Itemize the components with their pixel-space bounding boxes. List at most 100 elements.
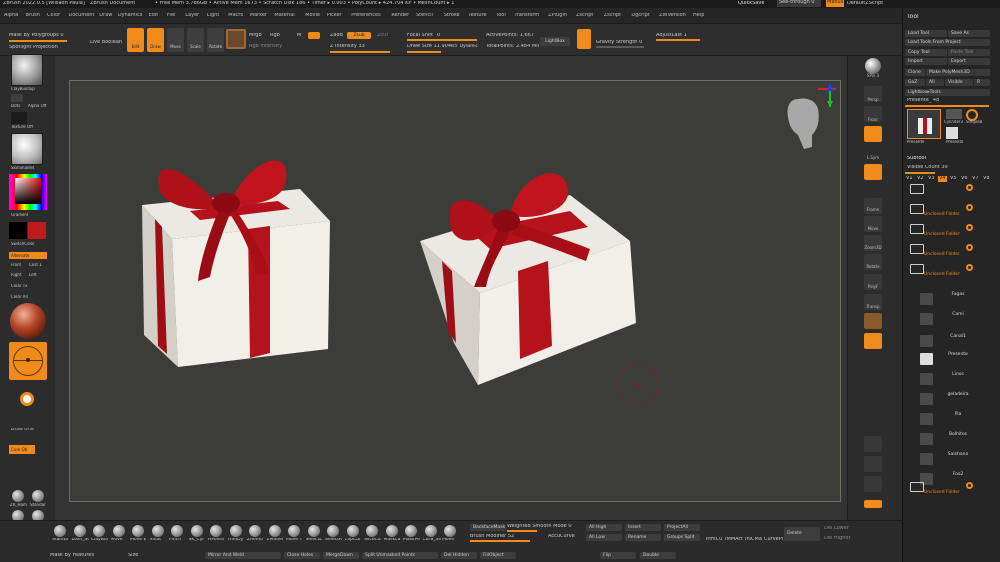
- mask-by-features-toggle[interactable]: Mask By Features: [50, 553, 94, 559]
- clear-all-button[interactable]: Clear All: [11, 295, 28, 299]
- subtool-tab[interactable]: V3: [927, 176, 936, 182]
- m-toggle[interactable]: M: [297, 33, 301, 39]
- stroke-thumbnail[interactable]: [11, 94, 23, 102]
- goz-visible-button[interactable]: Visible: [945, 79, 973, 86]
- lightbox-button[interactable]: LightBox: [540, 37, 570, 46]
- merge-down-button[interactable]: MergeDown: [323, 552, 359, 559]
- rgb-toggle[interactable]: Rgb: [270, 33, 280, 39]
- bottom-brush-icon[interactable]: [327, 525, 339, 537]
- delete-button[interactable]: Delete: [784, 527, 820, 541]
- load-tool-button[interactable]: Load Tool: [905, 30, 947, 37]
- subtool-row-presente[interactable]: Presente: [920, 352, 988, 368]
- folder-row-3[interactable]: Unclosed Folder: [910, 222, 988, 240]
- goz-button[interactable]: GoZ: [905, 79, 925, 86]
- menu-item[interactable]: ZWVersion: [659, 13, 686, 19]
- goz-all-button[interactable]: All: [926, 79, 944, 86]
- dynamic-view-button[interactable]: [864, 456, 882, 472]
- color-saturation-square[interactable]: [15, 178, 41, 204]
- mirror-and-weld-button[interactable]: Mirror And Weld: [205, 552, 281, 559]
- subtool-header[interactable]: Subtool: [907, 156, 926, 162]
- current-tool-slider[interactable]: Presente_ 48: [907, 98, 939, 104]
- immart-brush[interactable]: IMMArt: [725, 537, 743, 543]
- xyz-button[interactable]: [864, 164, 882, 180]
- menu-item[interactable]: Alpha: [4, 13, 18, 19]
- del-higher-button[interactable]: Del Higher: [824, 536, 851, 542]
- zadd-toggle[interactable]: Zadd: [330, 33, 343, 39]
- solo-button[interactable]: [864, 333, 882, 349]
- brush-modifier-slider[interactable]: Brush Modifier 52: [470, 534, 514, 540]
- draw-grid-toggle[interactable]: Draw Grid: [11, 428, 34, 433]
- lightbox-tools-button[interactable]: Lightbox▸Tools: [905, 89, 990, 96]
- folder-row-1[interactable]: [910, 182, 988, 200]
- menu-item[interactable]: Dgcript: [631, 13, 649, 19]
- brush-standard-icon[interactable]: [32, 490, 44, 502]
- switch-color-button[interactable]: SwitchColor: [11, 242, 35, 246]
- paste-tool-button[interactable]: Paste Tool: [948, 49, 990, 56]
- menu-item[interactable]: Light: [207, 13, 219, 19]
- tool-thumb-presente[interactable]: [907, 109, 941, 139]
- menu-item[interactable]: Picker: [327, 13, 342, 19]
- menu-item[interactable]: Macro: [228, 13, 243, 19]
- bottom-brush-icon[interactable]: [151, 525, 164, 537]
- mask-polygroups-slider[interactable]: Mask By Polygroups 0: [9, 33, 64, 39]
- menu-item[interactable]: Document: [69, 13, 95, 19]
- groups-split-button[interactable]: Groups Split: [664, 534, 700, 541]
- menus-toggle[interactable]: Menus: [826, 0, 844, 7]
- visible-count-slider[interactable]: Visible Count 39: [907, 165, 948, 171]
- insert-button[interactable]: Insert: [625, 524, 661, 531]
- gradient-toggle[interactable]: Gradient: [11, 213, 28, 217]
- bottom-brush-icon[interactable]: [268, 525, 281, 537]
- matcap-sphere[interactable]: [10, 303, 46, 339]
- clone-button[interactable]: Clone: [905, 69, 925, 76]
- folder-gear-icon[interactable]: [966, 482, 973, 489]
- rename-button[interactable]: Rename: [625, 534, 661, 541]
- material-swatch[interactable]: [226, 29, 246, 49]
- adjust-last-slider[interactable]: AdjustLast 1: [656, 33, 687, 39]
- copy-tool-button[interactable]: Copy Tool: [905, 49, 947, 56]
- subtool-row-bolhitos[interactable]: Bolhitos: [920, 432, 988, 448]
- menu-item[interactable]: Layer: [185, 13, 199, 19]
- subtool-row-geladeira[interactable]: geladeira: [920, 392, 988, 408]
- bottom-brush-icon[interactable]: [171, 525, 183, 537]
- load-from-project-button[interactable]: Load Tools From Project: [905, 39, 990, 46]
- focal-shift-slider[interactable]: Focal Shift: [407, 33, 433, 39]
- goz-r-button[interactable]: R: [974, 79, 990, 86]
- menu-item[interactable]: Draw: [99, 13, 112, 19]
- subtool-row-fagas[interactable]: Fagas: [920, 292, 988, 308]
- menu-item[interactable]: Transform: [514, 13, 539, 19]
- all-high-button[interactable]: All High: [586, 524, 622, 531]
- bottom-brush-icon[interactable]: [190, 525, 203, 537]
- bottom-brush-icon[interactable]: [210, 525, 222, 537]
- accucurve-toggle[interactable]: AccuCurve: [548, 534, 575, 540]
- menu-item[interactable]: Zscript: [604, 13, 621, 19]
- import-button[interactable]: Import: [905, 58, 947, 65]
- all-low-button[interactable]: All Low: [586, 534, 622, 541]
- subtool-tab[interactable]: V8: [982, 176, 991, 182]
- bottom-brush-icon[interactable]: [444, 525, 456, 537]
- draw-button[interactable]: Draw: [147, 28, 164, 52]
- live-boolean-toggle[interactable]: Live Boolean: [90, 40, 122, 46]
- split-unmasked-button[interactable]: Split Unmasked Points: [362, 552, 438, 559]
- double-button[interactable]: Double: [640, 552, 676, 559]
- subtool-tab[interactable]: V7: [971, 176, 980, 182]
- spix-toggle[interactable]: [864, 500, 882, 508]
- alternate-toggle[interactable]: Alternate: [9, 252, 47, 259]
- target-icon[interactable]: [20, 392, 34, 406]
- flip-button[interactable]: Flip: [600, 552, 636, 559]
- subtool-tab[interactable]: V5: [949, 176, 958, 182]
- z-intensity-slider[interactable]: Z Intensity 33: [330, 44, 365, 50]
- folder-gear-icon[interactable]: [966, 184, 973, 191]
- menu-item[interactable]: Stroke: [444, 13, 460, 19]
- menu-item[interactable]: Render: [391, 13, 409, 19]
- brush-shortcut-icon[interactable]: [577, 29, 591, 49]
- folder-row-2[interactable]: Unclosed Folder: [910, 202, 988, 220]
- folder-gear-icon[interactable]: [966, 204, 973, 211]
- left-toggle[interactable]: Left: [29, 273, 37, 277]
- tool-thumb-cylinder[interactable]: [946, 109, 962, 119]
- menu-item[interactable]: Material: [274, 13, 294, 19]
- bottom-brush-icon[interactable]: [249, 525, 261, 537]
- rotate-button[interactable]: Rotate: [207, 28, 224, 52]
- backface-mask-toggle[interactable]: BackfaceMask: [470, 524, 506, 531]
- inicma-brush[interactable]: IniCMa: [745, 537, 762, 543]
- move-button[interactable]: Move: [167, 28, 184, 52]
